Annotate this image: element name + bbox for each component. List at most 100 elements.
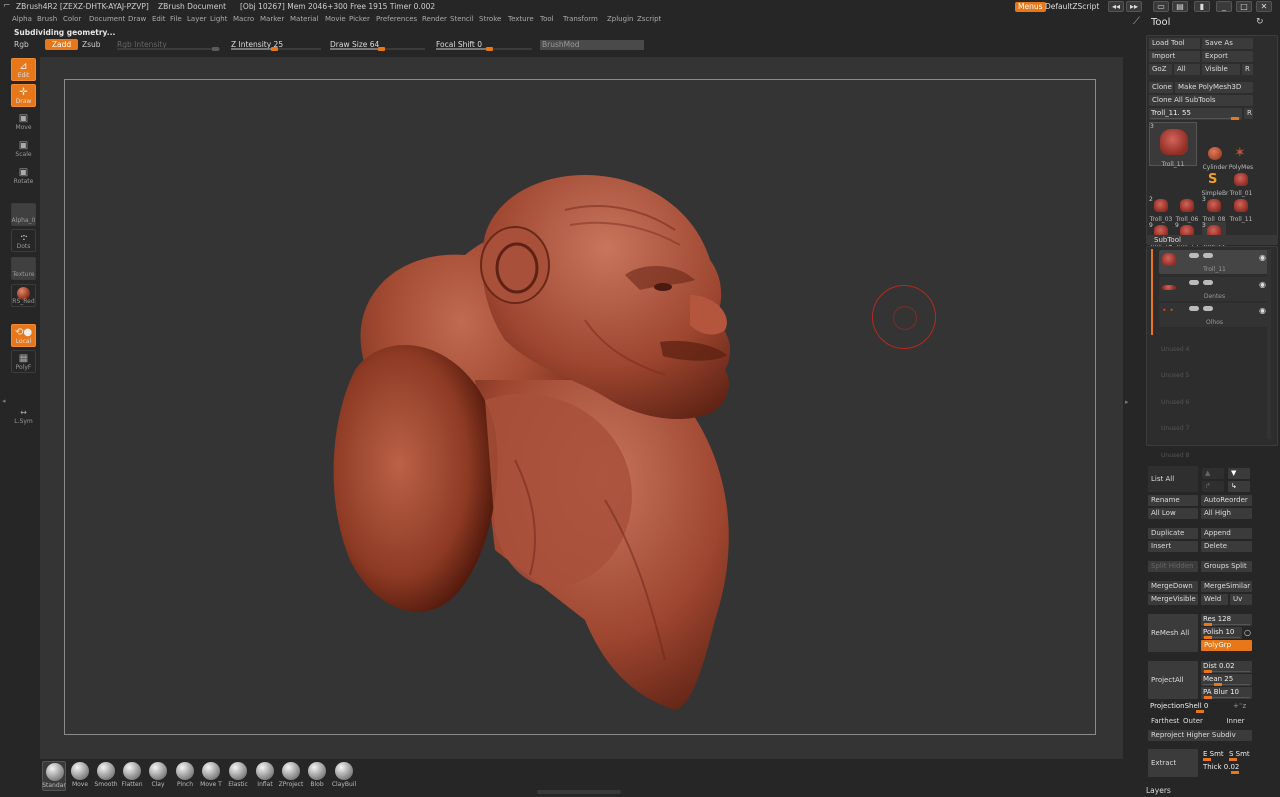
subtool-item[interactable]: ◉ Dentes: [1159, 276, 1270, 301]
groups-split-button[interactable]: Groups Split: [1201, 561, 1252, 572]
brushmod-slider[interactable]: BrushMod: [540, 40, 644, 50]
clone-all-subtools-button[interactable]: Clone All SubTools: [1149, 95, 1253, 106]
split-hidden-button[interactable]: Split Hidden: [1148, 561, 1198, 572]
mergedown-button[interactable]: MergeDown: [1148, 581, 1198, 592]
lock-icon[interactable]: ▮: [1194, 1, 1210, 12]
subtool-item[interactable]: Unused 7: [1159, 409, 1270, 433]
alpha-button[interactable]: Alpha_0: [11, 203, 36, 226]
draw-size-slider[interactable]: Draw Size 64: [330, 38, 425, 52]
move-up-icon[interactable]: ▲: [1202, 468, 1224, 479]
subtool-toggle[interactable]: [1203, 253, 1213, 258]
edit-button[interactable]: ⊿ Edit: [11, 58, 36, 81]
goz-button[interactable]: GoZ: [1149, 64, 1172, 75]
append-button[interactable]: Append: [1201, 528, 1252, 539]
rename-button[interactable]: Rename: [1148, 495, 1198, 506]
tool-thumbnail[interactable]: 2 Troll_03: [1149, 196, 1173, 223]
pin-icon[interactable]: ⟋: [1133, 16, 1140, 27]
delete-button[interactable]: Delete: [1201, 541, 1252, 552]
menu-material[interactable]: Material: [290, 13, 318, 26]
goz-visible-button[interactable]: Visible: [1202, 64, 1240, 75]
menu-stencil[interactable]: Stencil: [450, 13, 474, 26]
scale-button[interactable]: ▣ Scale: [11, 137, 36, 160]
menu-edit[interactable]: Edit: [152, 13, 166, 26]
tool-r-button[interactable]: R: [1244, 108, 1253, 119]
rotate-button[interactable]: ▣ Rotate: [11, 164, 36, 187]
zsub-toggle[interactable]: Zsub: [82, 40, 101, 49]
arrow-right-icon[interactable]: ▸▸: [1126, 1, 1142, 12]
menu-movie[interactable]: Movie: [325, 13, 346, 26]
local-button[interactable]: ⟲● Local: [11, 324, 36, 347]
panels-icon[interactable]: ▤: [1172, 1, 1188, 12]
e-smt-slider[interactable]: E Smt: [1201, 749, 1226, 761]
projection-shell-arrows-icon[interactable]: +⁼z: [1230, 701, 1252, 712]
tool-thumbnail[interactable]: Troll_01: [1229, 170, 1253, 197]
minimize-icon[interactable]: _: [1216, 1, 1232, 12]
tool-thumbnail[interactable]: 3 Troll_08: [1202, 196, 1226, 223]
subtool-item[interactable]: Unused 6: [1159, 383, 1270, 407]
s-smt-slider[interactable]: S Smt: [1227, 749, 1252, 761]
close-icon[interactable]: ✕: [1256, 1, 1272, 12]
layout-icon[interactable]: ▭: [1153, 1, 1169, 12]
tool-thumbnail[interactable]: Cylinder: [1203, 144, 1227, 171]
goz-r-button[interactable]: R: [1242, 64, 1253, 75]
extract-button[interactable]: Extract: [1148, 749, 1198, 777]
arrow-left-icon[interactable]: ◂◂: [1108, 1, 1124, 12]
tool-thumbnail[interactable]: S SimpleBr: [1201, 170, 1228, 197]
shelf-pager[interactable]: [537, 790, 621, 794]
move-to-top-icon[interactable]: ↱: [1202, 481, 1224, 492]
mergevisible-button[interactable]: MergeVisible: [1148, 594, 1198, 605]
subtool-scrollbar[interactable]: [1267, 249, 1271, 439]
menu-texture[interactable]: Texture: [508, 13, 534, 26]
visibility-eye-icon[interactable]: ◉: [1259, 280, 1266, 289]
subtool-item[interactable]: • • ◉ Olhos: [1159, 303, 1270, 327]
visibility-eye-icon[interactable]: ◉: [1259, 306, 1266, 315]
menu-transform[interactable]: Transform: [563, 13, 598, 26]
refresh-icon[interactable]: ↻: [1256, 17, 1264, 27]
move-button[interactable]: ▣ Move: [11, 110, 36, 133]
all-low-button[interactable]: All Low: [1148, 508, 1198, 519]
polish-circle-icon[interactable]: ○: [1244, 627, 1252, 638]
menu-picker[interactable]: Picker: [349, 13, 370, 26]
subtool-toggle[interactable]: [1189, 306, 1199, 311]
uv-button[interactable]: Uv: [1230, 594, 1252, 605]
insert-button[interactable]: Insert: [1148, 541, 1198, 552]
draw-button[interactable]: ✛ Draw: [11, 84, 36, 107]
default-zscript-button[interactable]: DefaultZScript: [1045, 2, 1099, 12]
brush-claybuil[interactable]: ClayBuil: [332, 761, 356, 791]
reproject-higher-subdiv-button[interactable]: Reproject Higher Subdiv: [1148, 730, 1252, 741]
menu-macro[interactable]: Macro: [233, 13, 254, 26]
menu-document[interactable]: Document: [89, 13, 125, 26]
visibility-eye-icon[interactable]: ◉: [1259, 253, 1266, 262]
import-button[interactable]: Import: [1149, 51, 1200, 62]
move-to-bottom-icon[interactable]: ↳: [1228, 481, 1250, 492]
dist-slider[interactable]: Dist 0.02: [1201, 661, 1252, 673]
lsym-button[interactable]: ↔ L.Sym: [11, 404, 36, 427]
rgb-intensity-slider[interactable]: Rgb Intensity: [117, 38, 220, 52]
stroke-dots-button[interactable]: ·:· Dots: [11, 229, 36, 252]
texture-button[interactable]: Texture: [11, 257, 36, 280]
layers-header[interactable]: Layers: [1146, 786, 1171, 795]
left-tray-handle[interactable]: ◂: [2, 397, 6, 411]
move-down-icon[interactable]: ▼: [1228, 468, 1250, 479]
goz-all-button[interactable]: All: [1174, 64, 1200, 75]
mean-slider[interactable]: Mean 25: [1201, 674, 1252, 686]
export-button[interactable]: Export: [1202, 51, 1253, 62]
focal-shift-slider[interactable]: Focal Shift 0: [436, 38, 532, 52]
remesh-all-button[interactable]: ReMesh All: [1148, 614, 1198, 652]
polish-slider[interactable]: Polish 10: [1201, 627, 1242, 639]
subtool-item[interactable]: ◉ Troll_11: [1159, 250, 1270, 274]
menu-brush[interactable]: Brush: [37, 13, 57, 26]
tool-thumbnail[interactable]: Troll_06: [1175, 196, 1199, 223]
menu-zscript[interactable]: Zscript: [637, 13, 661, 26]
subtool-toggle[interactable]: [1203, 279, 1213, 285]
menu-light[interactable]: Light: [210, 13, 227, 26]
menu-draw[interactable]: Draw: [128, 13, 146, 26]
projection-shell-slider[interactable]: ProjectionShell 0: [1148, 701, 1228, 713]
menu-alpha[interactable]: Alpha: [12, 13, 32, 26]
menu-preferences[interactable]: Preferences: [376, 13, 417, 26]
list-all-button[interactable]: List All: [1148, 466, 1198, 492]
tool-thumbnail[interactable]: Troll_11: [1229, 196, 1253, 223]
make-polymesh-button[interactable]: Make PolyMesh3D: [1175, 82, 1253, 93]
weld-button[interactable]: Weld: [1201, 594, 1228, 605]
duplicate-button[interactable]: Duplicate: [1148, 528, 1198, 539]
